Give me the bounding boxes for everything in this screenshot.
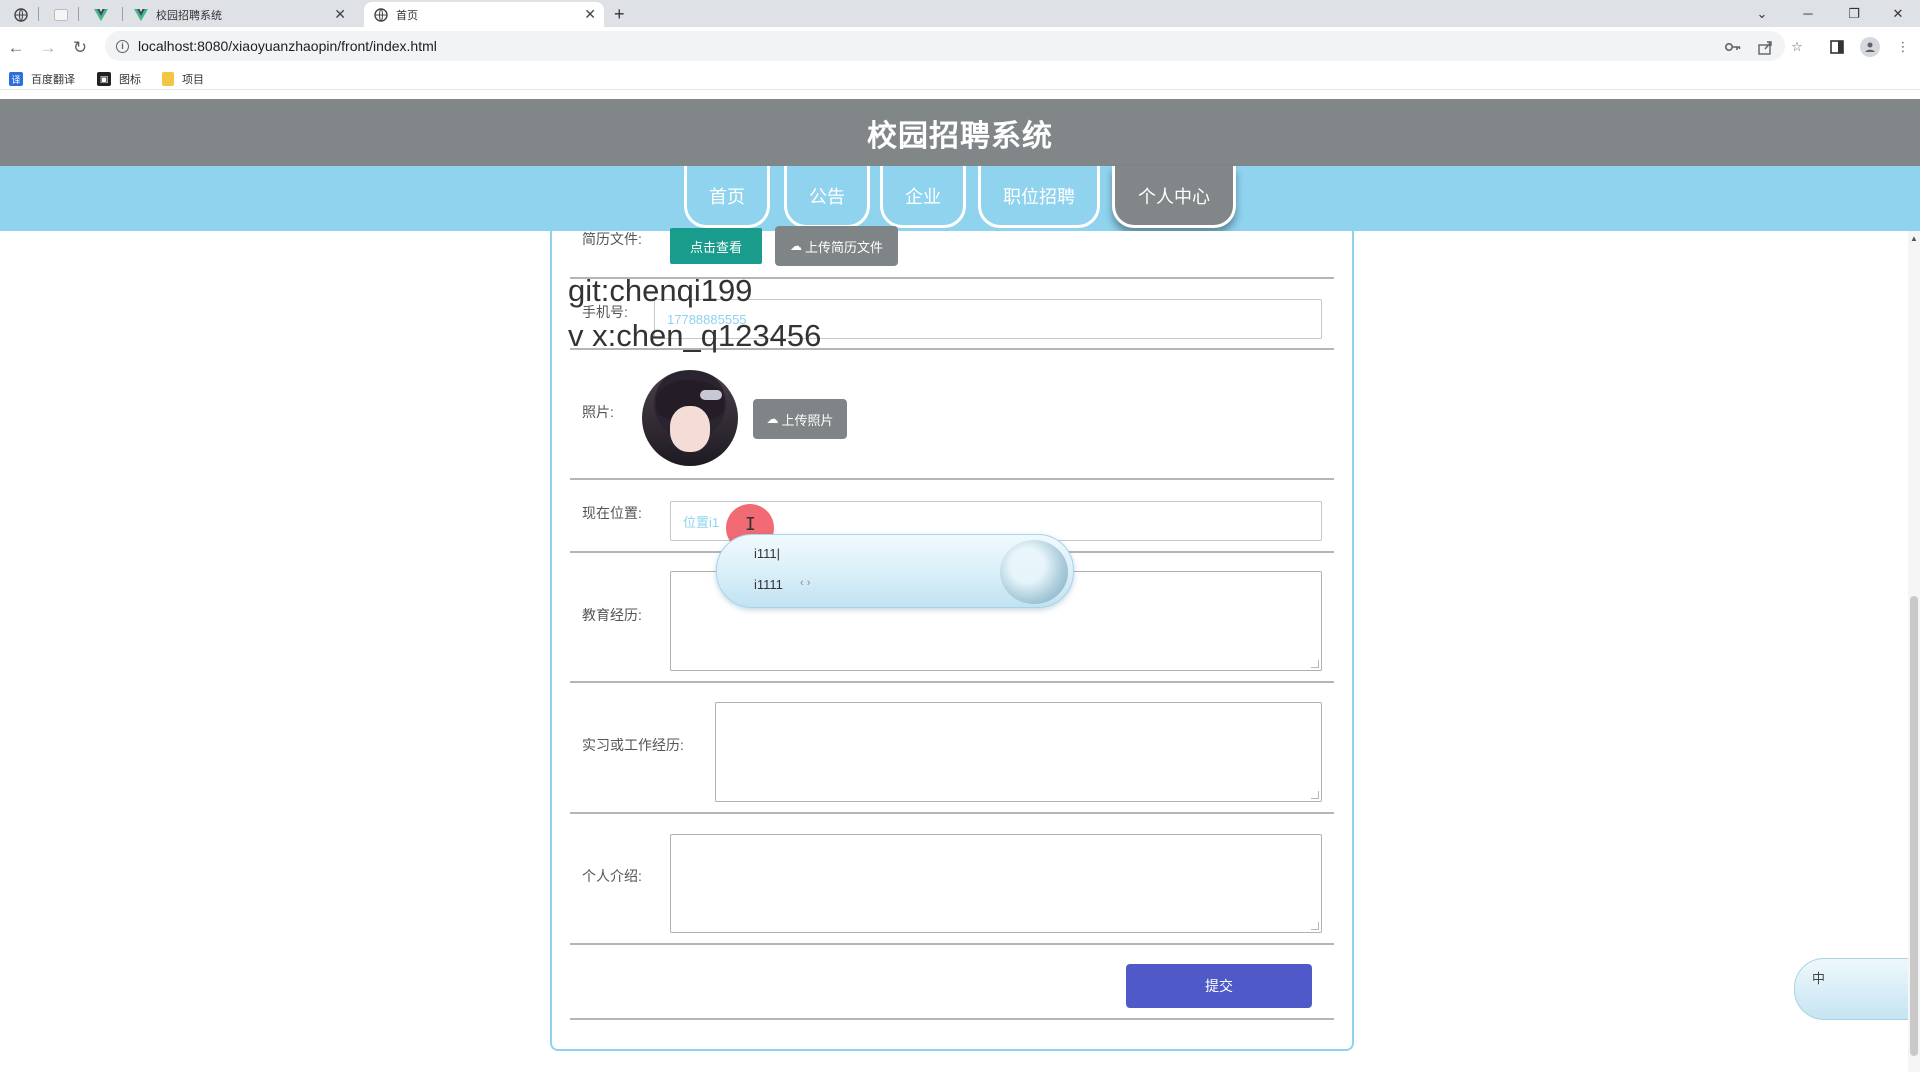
ime-composition-text: i111| [754,546,781,561]
row-divider [570,943,1334,945]
tab-label: 首页 [396,9,418,22]
scrollbar-thumb[interactable] [1910,596,1918,1056]
bookmark-project-folder[interactable]: 项目 [162,71,204,87]
tab-separator [122,7,123,21]
side-panel-icon[interactable] [1828,38,1846,56]
avatar-accessory [700,390,722,400]
close-icon[interactable]: ✕ [334,6,346,23]
photo-label: 照片: [582,404,614,420]
forward-arrow-icon[interactable]: → [36,36,60,60]
tab-separator [38,7,39,21]
tab-pinned-1[interactable] [14,2,44,27]
ime-mode-label[interactable]: 中 [1812,968,1825,987]
bookmark-star-icon[interactable]: ☆ [1788,38,1806,56]
view-resume-button[interactable]: 点击查看 [670,228,762,264]
new-tab-button[interactable]: + [614,2,634,27]
back-arrow-icon[interactable]: ← [4,36,28,60]
intro-label: 个人介绍: [582,868,642,884]
tab-label: 校园招聘系统 [156,9,222,22]
tab-campus-recruitment[interactable]: 校园招聘系统 ✕ [132,2,354,27]
bookmarks-bar [0,66,1920,90]
row-divider [570,478,1334,480]
share-icon[interactable] [1756,38,1774,56]
image-icon: ▣ [97,72,111,86]
globe-icon [374,7,388,22]
nav-label: 企业 [905,186,941,207]
profile-avatar-icon[interactable] [1860,37,1880,57]
avatar [642,370,738,466]
watermark-line-1: git:chenqi199 [568,273,753,308]
tab-pinned-3[interactable] [94,2,124,27]
address-bar-url[interactable]: localhost:8080/xiaoyuanzhaopin/front/ind… [138,38,437,54]
close-icon[interactable]: ✕ [584,6,596,23]
button-label: 上传照片 [781,412,834,428]
resize-handle-icon[interactable] [1311,922,1319,930]
education-label: 教育经历: [582,607,642,623]
reload-icon[interactable]: ↻ [68,36,92,60]
location-label: 现在位置: [582,505,642,521]
resume-label: 简历文件: [582,231,642,247]
location-value: 位置i1 [683,514,720,530]
ime-skin-decoration [1000,540,1068,604]
tab-home[interactable]: 首页 ✕ [364,2,604,27]
nav-item-announcements[interactable]: 公告 [784,166,870,228]
blank-page-icon [54,8,68,22]
ime-page-arrows-icon[interactable]: ‹ › [800,577,810,589]
button-label: 上传简历文件 [804,239,883,255]
plus-icon: + [614,4,625,24]
text-cursor-icon: I [745,514,756,535]
restore-icon[interactable]: ❐ [1832,0,1876,27]
translate-icon: 译 [9,72,23,86]
submit-button[interactable]: 提交 [1126,964,1312,1008]
key-icon[interactable] [1724,38,1742,56]
bookmark-label: 项目 [182,74,204,86]
resize-handle-icon[interactable] [1311,791,1319,799]
resize-handle-icon[interactable] [1311,660,1319,668]
bookmark-label: 图标 [119,74,141,86]
cloud-upload-icon: ☁ [766,412,779,426]
nav-item-home[interactable]: 首页 [684,166,770,228]
nav-item-jobs[interactable]: 职位招聘 [978,166,1100,228]
cloud-upload-icon: ☁ [789,239,802,253]
nav-label: 个人中心 [1138,186,1210,207]
nav-label: 首页 [709,186,745,207]
ime-candidate[interactable]: i1111 [754,577,783,592]
nav-label: 公告 [809,186,845,207]
nav-label: 职位招聘 [1003,186,1075,207]
menu-dots-icon[interactable]: ⋮ [1894,38,1912,56]
bookmark-baidu-translate[interactable]: 译 百度翻译 [9,71,75,87]
globe-icon [14,7,28,22]
avatar-face [670,406,710,452]
bookmark-icons[interactable]: ▣ 图标 [97,71,141,87]
folder-icon [162,72,174,86]
scroll-up-arrow-icon[interactable]: ▲ [1910,234,1918,243]
window-close-icon[interactable]: ✕ [1876,0,1920,27]
nav-item-companies[interactable]: 企业 [880,166,966,228]
watermark-line-2: v x:chen_q123456 [568,318,822,353]
site-info-icon[interactable]: i [116,40,129,53]
site-header: 校园招聘系统 [0,99,1920,166]
vue-icon [134,8,148,22]
nav-item-personal-center[interactable]: 个人中心 [1112,166,1236,228]
tab-pinned-2[interactable] [54,2,84,27]
experience-textarea[interactable] [715,702,1322,802]
intro-textarea[interactable] [670,834,1322,933]
experience-label: 实习或工作经历: [582,737,684,753]
minimize-icon[interactable]: ─ [1786,0,1830,27]
tab-search-icon[interactable]: ⌄ [1740,0,1784,27]
row-divider [570,812,1334,814]
row-divider [570,681,1334,683]
upload-photo-button[interactable]: ☁ 上传照片 [753,399,847,439]
site-title: 校园招聘系统 [867,119,1053,153]
tab-separator [78,7,79,21]
bookmark-label: 百度翻译 [31,74,75,86]
vue-icon [94,8,108,22]
row-divider [570,1018,1334,1020]
upload-resume-button[interactable]: ☁ 上传简历文件 [775,226,898,266]
